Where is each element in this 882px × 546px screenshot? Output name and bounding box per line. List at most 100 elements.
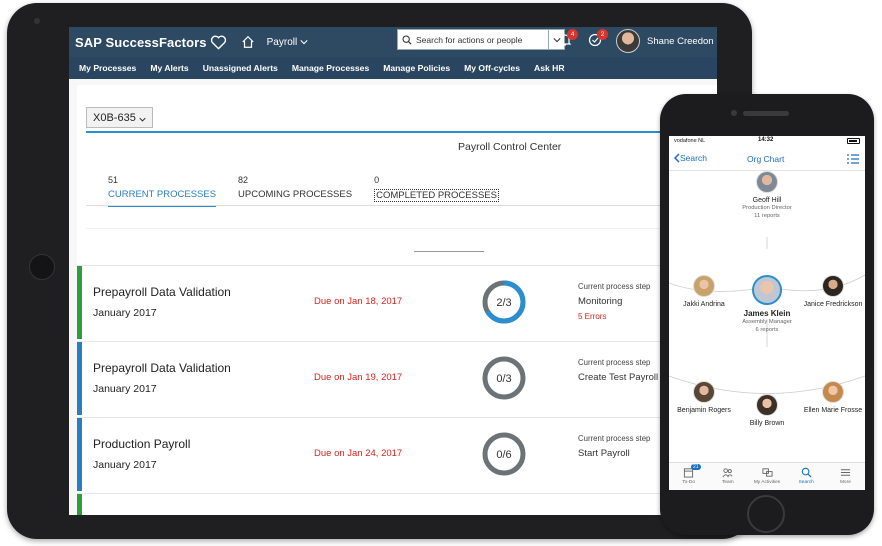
nav-my-off-cycles[interactable]: My Off-cycles	[464, 63, 520, 73]
person-name: Benjamin Rogers	[677, 407, 731, 414]
tab-label: Team	[721, 480, 734, 485]
payroll-area-value: X0B-635	[93, 111, 136, 124]
user-name[interactable]: Shane Creedon	[647, 36, 714, 47]
clock: 14:32	[758, 137, 774, 143]
error-count[interactable]: 5 Errors	[578, 312, 606, 321]
org-node-report[interactable]: Billy Brown	[737, 394, 797, 427]
search-input[interactable]: Search for actions or people	[397, 29, 549, 50]
org-node-report[interactable]: Benjamin Rogers	[674, 381, 734, 414]
process-row[interactable]	[77, 493, 717, 515]
status-bar	[77, 494, 82, 515]
nav-my-alerts[interactable]: My Alerts	[150, 63, 188, 73]
tab-more[interactable]: More	[826, 463, 865, 490]
tab-my-activities[interactable]: My Activities	[747, 463, 786, 490]
back-label: Search	[680, 153, 707, 163]
module-switcher[interactable]: Payroll	[267, 37, 309, 48]
org-node-manager[interactable]: Geoff Hill Production Director 11 report…	[737, 171, 797, 220]
section-divider	[86, 228, 717, 229]
back-button[interactable]: Search	[673, 153, 707, 163]
person-reports: 11 reports	[754, 213, 780, 219]
person-name: Ellen Marie Frosse	[803, 407, 863, 414]
avatar	[756, 394, 778, 416]
tab-label: UPCOMING PROCESSES	[238, 189, 353, 200]
avatar	[752, 275, 782, 305]
approvals-button[interactable]: 2	[588, 29, 608, 47]
status-bar	[77, 418, 82, 491]
nav-ask-hr[interactable]: Ask HR	[534, 63, 565, 73]
step-label: Current process step	[578, 358, 651, 367]
tab-upcoming-processes[interactable]: 82 UPCOMING PROCESSES	[238, 175, 352, 207]
phone-screen: vodafone NL 14:32 Search Org Chart Geoff…	[669, 136, 865, 490]
progress-ring: 0/6	[482, 432, 526, 476]
progress-ring: 2/3	[482, 280, 526, 324]
org-node-peer[interactable]: Janice Fredrickson	[803, 275, 863, 308]
phone-tab-bar: 21 To-Do Team My Activities Search More	[669, 462, 865, 490]
person-name: Jakki Andrina	[683, 301, 725, 308]
status-bar	[77, 266, 82, 339]
tablet-home-button[interactable]	[29, 254, 55, 280]
home-icon[interactable]	[241, 35, 255, 49]
main-navigation: My Processes My Alerts Unassigned Alerts…	[69, 57, 717, 79]
process-due-date: Due on Jan 24, 2017	[314, 448, 403, 459]
tab-label: More	[839, 480, 851, 485]
person-name: James Klein	[743, 309, 791, 318]
tab-current-processes[interactable]: 51 CURRENT PROCESSES	[108, 175, 217, 207]
tab-team[interactable]: Team	[708, 463, 747, 490]
process-due-date: Due on Jan 18, 2017	[314, 296, 403, 307]
header-divider	[86, 131, 717, 133]
tab-count: 0	[374, 175, 380, 185]
nav-my-processes[interactable]: My Processes	[79, 63, 136, 73]
step-label: Current process step	[578, 282, 651, 291]
approvals-badge: 2	[597, 29, 608, 40]
tabs-divider	[86, 205, 717, 206]
phone-camera	[731, 110, 737, 116]
tab-count: 51	[108, 175, 119, 185]
search-icon	[801, 467, 812, 478]
search-placeholder: Search for actions or people	[416, 34, 523, 45]
activities-icon	[761, 468, 773, 477]
tablet-device: SAP SuccessFactors Payroll Search for ac…	[7, 3, 752, 539]
tab-label: My Activities	[753, 480, 781, 485]
org-node-report[interactable]: Ellen Marie Frosse	[803, 381, 863, 414]
avatar[interactable]	[616, 29, 640, 53]
tab-to-do[interactable]: 21 To-Do	[669, 463, 708, 490]
person-name: Geoff Hill	[752, 197, 782, 204]
avatar	[756, 171, 778, 193]
tab-completed-processes[interactable]: 0 COMPLETED PROCESSES	[374, 175, 499, 207]
nav-manage-processes[interactable]: Manage Processes	[292, 63, 369, 73]
team-icon	[722, 468, 733, 478]
payroll-area-select[interactable]: X0B-635	[86, 107, 153, 128]
org-chart: Geoff Hill Production Director 11 report…	[669, 171, 865, 461]
tab-search[interactable]: Search	[787, 463, 826, 490]
phone-device: vodafone NL 14:32 Search Org Chart Geoff…	[660, 94, 874, 535]
phone-title: Org Chart	[747, 154, 785, 164]
brand-name: SAP SuccessFactors	[75, 34, 207, 50]
notifications-button[interactable]: 4	[558, 29, 578, 47]
module-label: Payroll	[266, 36, 298, 48]
phone-home-button[interactable]	[747, 495, 785, 533]
process-period: January 2017	[93, 459, 157, 471]
current-step: Start Payroll	[578, 448, 630, 459]
brand-logo[interactable]: SAP SuccessFactors	[75, 35, 227, 50]
process-title: Prepayroll Data Validation	[93, 361, 231, 375]
nav-unassigned-alerts[interactable]: Unassigned Alerts	[203, 63, 278, 73]
org-node-peer[interactable]: Jakki Andrina	[674, 275, 734, 308]
progress-text: 0/3	[496, 373, 511, 385]
nav-manage-policies[interactable]: Manage Policies	[383, 63, 450, 73]
progress-ring: 0/3	[482, 356, 526, 400]
main-content: X0B-635 Payroll Control Center 51 CURREN…	[69, 79, 717, 515]
page-title: Payroll Control Center	[458, 141, 562, 153]
avatar	[693, 381, 715, 403]
process-row[interactable]: Production Payroll January 2017 Due on J…	[77, 417, 717, 491]
tab-label: To-Do	[682, 480, 695, 485]
progress-text: 2/3	[496, 297, 511, 309]
process-row[interactable]: Prepayroll Data Validation January 2017 …	[77, 265, 717, 339]
person-role: Assembly Manager	[742, 319, 792, 325]
tab-label: Search	[798, 480, 814, 485]
person-name: Janice Fredrickson	[803, 301, 863, 308]
avatar	[693, 275, 715, 297]
process-row[interactable]: Prepayroll Data Validation January 2017 …	[77, 341, 717, 415]
list-icon[interactable]	[847, 154, 859, 164]
tablet-screen: SAP SuccessFactors Payroll Search for ac…	[69, 27, 717, 515]
org-node-focus[interactable]: James Klein Assembly Manager 6 reports	[732, 275, 802, 334]
